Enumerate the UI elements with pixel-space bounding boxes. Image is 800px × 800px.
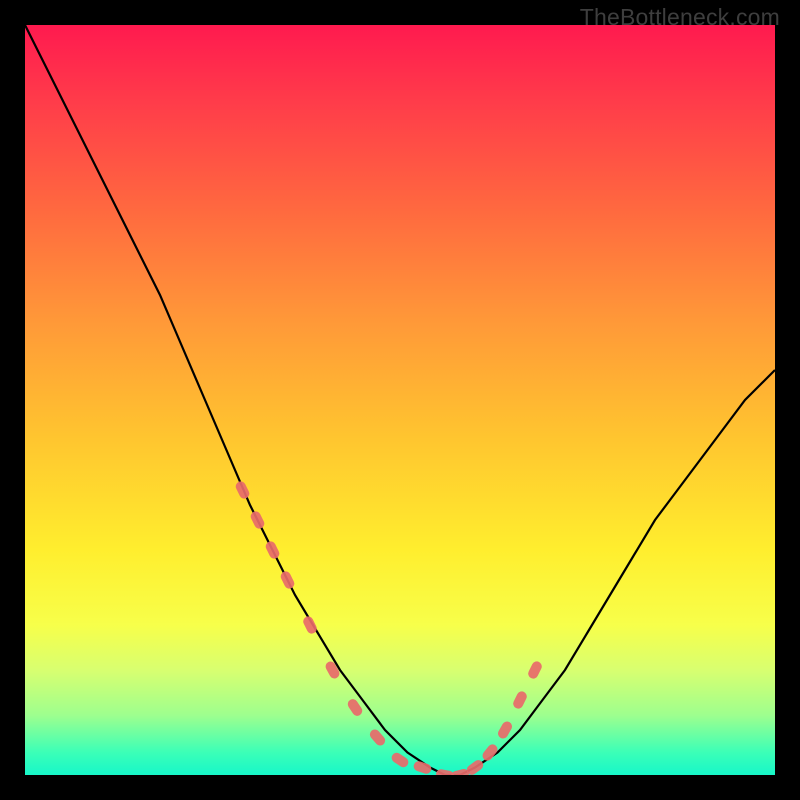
highlight-marker	[526, 660, 543, 681]
highlight-marker	[279, 570, 296, 591]
highlight-marker	[264, 540, 281, 561]
highlight-marker	[324, 660, 341, 681]
highlight-marker	[249, 510, 266, 531]
bottleneck-curve	[25, 25, 775, 775]
highlight-marker	[301, 615, 318, 636]
highlight-marker	[234, 480, 251, 501]
highlight-marker	[511, 690, 528, 711]
highlight-marker	[496, 720, 514, 741]
curve-layer	[25, 25, 775, 775]
chart-root: TheBottleneck.com	[0, 0, 800, 800]
highlight-markers	[234, 480, 544, 775]
highlight-marker	[465, 758, 485, 775]
plot-frame	[25, 25, 775, 775]
